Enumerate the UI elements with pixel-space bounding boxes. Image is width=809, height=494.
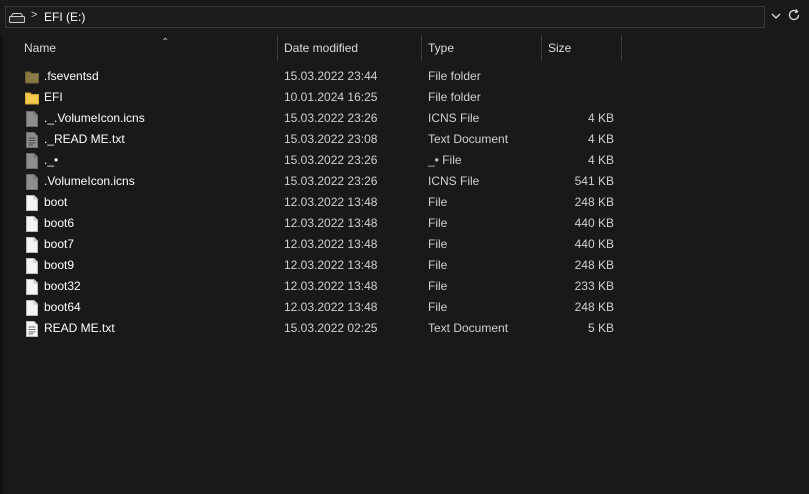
- file-name: boot7: [44, 237, 75, 251]
- file-name: boot9: [44, 258, 75, 272]
- file-date-modified: 12.03.2022 13:48: [284, 195, 378, 209]
- file-icon: [25, 216, 39, 232]
- file-date-modified: 15.03.2022 02:25: [284, 321, 378, 335]
- file-type: File: [428, 279, 448, 293]
- file-size: 233 KB: [574, 279, 614, 293]
- text-file-dim-icon: [25, 132, 39, 148]
- file-name: EFI: [44, 90, 63, 104]
- file-row[interactable]: boot6 12.03.2022 13:48 File 440 KB: [0, 213, 640, 234]
- file-size: 440 KB: [574, 237, 614, 251]
- file-size: 4 KB: [587, 132, 614, 146]
- file-date-modified: 15.03.2022 23:26: [284, 111, 378, 125]
- file-date-modified: 10.01.2024 16:25: [284, 90, 378, 104]
- file-type: Text Document: [428, 132, 509, 146]
- file-icon: [25, 300, 39, 316]
- column-header: Name ⌃ Date modified Type Size: [0, 35, 809, 61]
- breadcrumb-drive[interactable]: EFI (E:): [44, 10, 85, 24]
- file-size: 4 KB: [587, 111, 614, 125]
- file-size: 248 KB: [574, 258, 614, 272]
- file-size: 248 KB: [574, 195, 614, 209]
- file-date-modified: 15.03.2022 23:44: [284, 69, 378, 83]
- file-size: 4 KB: [587, 153, 614, 167]
- file-name: .fseventsd: [44, 69, 99, 83]
- file-row[interactable]: READ ME.txt 15.03.2022 02:25 Text Document…: [0, 318, 640, 339]
- file-type: Text Document: [428, 321, 509, 335]
- file-type: _• File: [428, 153, 462, 167]
- file-type: ICNS File: [428, 111, 480, 125]
- file-type: File: [428, 237, 448, 251]
- file-date-modified: 15.03.2022 23:08: [284, 132, 378, 146]
- file-name: boot6: [44, 216, 75, 230]
- drive-icon: [9, 13, 25, 23]
- file-icon: [25, 279, 39, 295]
- file-type: File folder: [428, 69, 481, 83]
- file-type: File: [428, 195, 448, 209]
- column-size[interactable]: Size: [542, 35, 622, 61]
- sort-ascending-icon: ⌃: [161, 37, 170, 48]
- file-type: File folder: [428, 90, 481, 104]
- file-dim-icon: [25, 111, 39, 127]
- file-row[interactable]: boot9 12.03.2022 13:48 File 248 KB: [0, 255, 640, 276]
- file-date-modified: 12.03.2022 13:48: [284, 216, 378, 230]
- file-size: 541 KB: [574, 174, 614, 188]
- text-file-icon: [25, 321, 39, 337]
- file-name: boot32: [44, 279, 81, 293]
- file-row[interactable]: ._.VolumeIcon.icns 15.03.2022 23:26 ICNS F…: [0, 108, 640, 129]
- file-row[interactable]: boot32 12.03.2022 13:48 File 233 KB: [0, 276, 640, 297]
- file-type: ICNS File: [428, 174, 480, 188]
- file-dim-icon: [25, 174, 39, 190]
- file-icon: [25, 258, 39, 274]
- file-type: File: [428, 258, 448, 272]
- breadcrumb-separator-icon[interactable]: >: [31, 9, 37, 21]
- file-row[interactable]: .fseventsd 15.03.2022 23:44 File folder: [0, 66, 640, 87]
- address-field[interactable]: > EFI (E:): [5, 6, 765, 28]
- file-type: File: [428, 300, 448, 314]
- file-dim-icon: [25, 153, 39, 169]
- file-icon: [25, 237, 39, 253]
- address-bar: > EFI (E:): [0, 0, 809, 35]
- file-name: ._.VolumeIcon.icns: [44, 111, 145, 125]
- file-name: READ ME.txt: [44, 321, 115, 335]
- file-size: 440 KB: [574, 216, 614, 230]
- file-date-modified: 15.03.2022 23:26: [284, 174, 378, 188]
- file-icon: [25, 195, 39, 211]
- chevron-down-icon[interactable]: [769, 9, 783, 23]
- file-name: boot64: [44, 300, 81, 314]
- file-size: 5 KB: [587, 321, 614, 335]
- file-name: ._READ ME.txt: [44, 132, 125, 146]
- folder-dim-icon: [25, 69, 39, 85]
- file-row[interactable]: boot7 12.03.2022 13:48 File 440 KB: [0, 234, 640, 255]
- column-name[interactable]: Name ⌃: [18, 35, 278, 61]
- file-row[interactable]: boot 12.03.2022 13:48 File 248 KB: [0, 192, 640, 213]
- file-date-modified: 12.03.2022 13:48: [284, 258, 378, 272]
- file-row[interactable]: ._• 15.03.2022 23:26 _• File 4 KB: [0, 150, 640, 171]
- file-name: ._•: [44, 153, 59, 167]
- file-row[interactable]: .VolumeIcon.icns 15.03.2022 23:26 ICNS Fil…: [0, 171, 640, 192]
- file-name: boot: [44, 195, 68, 209]
- file-row[interactable]: boot64 12.03.2022 13:48 File 248 KB: [0, 297, 640, 318]
- file-date-modified: 12.03.2022 13:48: [284, 300, 378, 314]
- file-size: 248 KB: [574, 300, 614, 314]
- file-type: File: [428, 216, 448, 230]
- column-date-modified[interactable]: Date modified: [278, 35, 422, 61]
- file-name: .VolumeIcon.icns: [44, 174, 135, 188]
- file-date-modified: 12.03.2022 13:48: [284, 237, 378, 251]
- file-row[interactable]: EFI 10.01.2024 16:25 File folder: [0, 87, 640, 108]
- file-date-modified: 12.03.2022 13:48: [284, 279, 378, 293]
- file-row[interactable]: ._READ ME.txt 15.03.2022 23:08 Text Docume…: [0, 129, 640, 150]
- column-type[interactable]: Type: [422, 35, 542, 61]
- file-date-modified: 15.03.2022 23:26: [284, 153, 378, 167]
- folder-icon: [25, 90, 39, 106]
- refresh-icon[interactable]: [787, 8, 801, 22]
- column-divider[interactable]: [621, 35, 622, 61]
